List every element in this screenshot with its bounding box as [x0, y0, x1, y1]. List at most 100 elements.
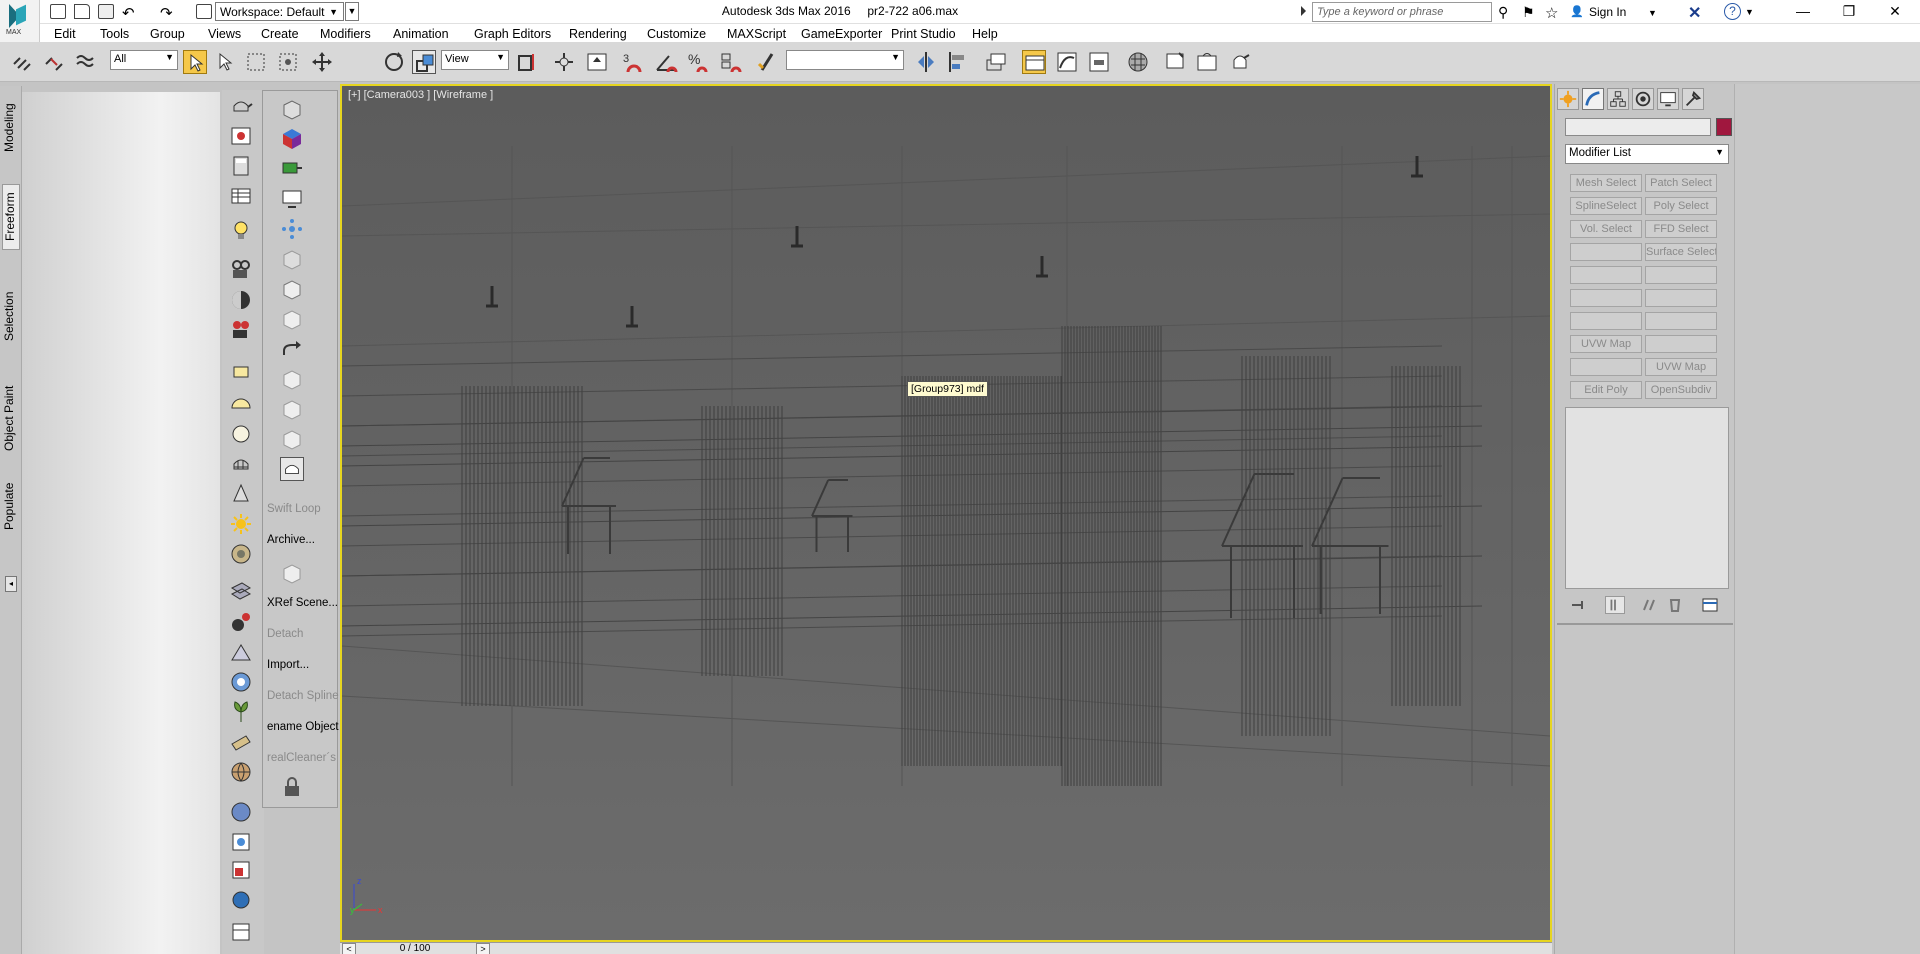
- time-next-button[interactable]: >: [476, 943, 490, 954]
- menu-animation[interactable]: Animation: [393, 27, 449, 41]
- menu-edit[interactable]: Edit: [54, 27, 76, 41]
- ffd-select-button[interactable]: FFD Select: [1645, 220, 1717, 238]
- box-wire-icon[interactable]: [280, 97, 304, 121]
- render-production-icon[interactable]: [1228, 50, 1252, 74]
- teapot-render-icon[interactable]: [280, 457, 304, 481]
- bind-to-space-warp-icon[interactable]: [74, 50, 98, 74]
- uvw-map-button[interactable]: UVW Map: [1570, 335, 1642, 353]
- binoculars-icon[interactable]: ⚲: [1498, 4, 1514, 20]
- search-input[interactable]: Type a keyword or phrase: [1312, 2, 1492, 22]
- object-name-field[interactable]: [1565, 118, 1711, 136]
- sphere-shading-icon[interactable]: [229, 288, 253, 312]
- configure-modifier-sets-icon[interactable]: [1700, 596, 1720, 614]
- network-icon[interactable]: [280, 217, 304, 241]
- search-expand-icon[interactable]: [1301, 6, 1306, 16]
- space-warp-icon[interactable]: [229, 640, 253, 664]
- render-globe-icon[interactable]: [229, 888, 253, 912]
- redo-arrow-icon[interactable]: [280, 337, 304, 361]
- video-camera-icon[interactable]: [229, 318, 253, 342]
- patch-select-button[interactable]: Patch Select: [1645, 174, 1717, 192]
- make-unique-icon[interactable]: [1640, 596, 1660, 614]
- menu-tools[interactable]: Tools: [100, 27, 129, 41]
- modifier-list-dropdown[interactable]: Modifier List ▼: [1565, 144, 1729, 164]
- modifier-slot-button[interactable]: [1570, 243, 1642, 261]
- lock-icon[interactable]: [280, 775, 304, 799]
- select-and-link-icon[interactable]: [10, 50, 34, 74]
- viewport-camera[interactable]: [+] [Camera003 ] [Wireframe ] [Group973]…: [340, 84, 1552, 942]
- swift-loop-button[interactable]: Swift Loop: [267, 503, 339, 515]
- select-by-name-icon[interactable]: [212, 50, 236, 74]
- new-file-icon[interactable]: [50, 4, 66, 19]
- ribbon-expand-icon[interactable]: ◂: [5, 576, 17, 592]
- modifier-slot-button[interactable]: [1645, 289, 1717, 307]
- camera-icon[interactable]: [229, 258, 253, 282]
- edit-named-selection-icon[interactable]: [756, 50, 780, 74]
- select-and-move-icon[interactable]: [310, 50, 334, 74]
- time-prev-button[interactable]: <: [342, 943, 356, 954]
- tab-motion[interactable]: [1632, 88, 1654, 110]
- modifier-slot-button[interactable]: [1645, 312, 1717, 330]
- box-sub-icon[interactable]: [280, 367, 304, 391]
- show-end-result-icon[interactable]: [1605, 596, 1625, 614]
- sign-in-chevron-icon[interactable]: ▼: [1648, 8, 1657, 18]
- wire-teapot-icon[interactable]: [229, 452, 253, 476]
- material-editor-icon[interactable]: [1126, 50, 1150, 74]
- monitor-icon[interactable]: [280, 187, 304, 211]
- menu-help[interactable]: Help: [972, 27, 998, 41]
- curve-editor-icon[interactable]: [1055, 50, 1079, 74]
- menu-views[interactable]: Views: [208, 27, 241, 41]
- detach-button[interactable]: Detach: [267, 628, 339, 640]
- archive-button[interactable]: Archive...: [267, 534, 339, 546]
- tab-create[interactable]: [1557, 88, 1579, 110]
- globe-icon[interactable]: [229, 760, 253, 784]
- align-icon[interactable]: [946, 50, 970, 74]
- box-copy-icon[interactable]: [280, 427, 304, 451]
- table-view-icon[interactable]: [229, 184, 253, 208]
- restore-button[interactable]: ❐: [1826, 0, 1872, 24]
- modifier-stack-list[interactable]: [1565, 407, 1729, 589]
- render-setup-icon[interactable]: [1163, 50, 1187, 74]
- scene-explorer-icon[interactable]: [1022, 50, 1046, 74]
- workspace-dropdown[interactable]: Workspace: Default ▼: [215, 2, 344, 21]
- percent-snap-icon[interactable]: %: [686, 50, 710, 74]
- cone-icon[interactable]: [229, 482, 253, 506]
- minimize-button[interactable]: —: [1780, 0, 1826, 24]
- sun-icon[interactable]: [229, 512, 253, 536]
- favorites-star-icon[interactable]: ☆: [1545, 4, 1561, 22]
- menu-modifiers[interactable]: Modifiers: [320, 27, 371, 41]
- box-tools-icon[interactable]: [280, 277, 304, 301]
- opensubdiv-button[interactable]: OpenSubdiv: [1645, 381, 1717, 399]
- selection-filter-dropdown[interactable]: All ▼: [110, 50, 178, 70]
- select-object-icon[interactable]: [183, 50, 207, 74]
- menu-customize[interactable]: Customize: [647, 27, 706, 41]
- particle-icon[interactable]: [229, 610, 253, 634]
- render-frame-icon[interactable]: [229, 124, 253, 148]
- manipulate-icon[interactable]: [552, 50, 576, 74]
- modifier-slot-button[interactable]: [1645, 266, 1717, 284]
- plane-icon[interactable]: [229, 360, 253, 384]
- open-file-icon[interactable]: [74, 4, 90, 19]
- snaps-toggle-icon[interactable]: 3: [622, 50, 646, 74]
- undo-icon[interactable]: ↶: [122, 4, 138, 22]
- tab-freeform[interactable]: Freeform: [2, 184, 20, 250]
- rendered-frame-window-icon[interactable]: [1195, 50, 1219, 74]
- grid-icon[interactable]: [229, 580, 253, 604]
- help-chevron-icon[interactable]: ▼: [1745, 7, 1754, 17]
- light-icon[interactable]: [229, 218, 253, 242]
- menu-graph-editors[interactable]: Graph Editors: [474, 27, 551, 41]
- select-and-rotate-icon[interactable]: [382, 50, 406, 74]
- save-icon[interactable]: [98, 4, 114, 19]
- communication-center-icon[interactable]: ⚑: [1522, 4, 1538, 20]
- workspace-menu-button[interactable]: ▼: [345, 2, 359, 21]
- window-crossing-icon[interactable]: [276, 50, 300, 74]
- menu-rendering[interactable]: Rendering: [569, 27, 627, 41]
- modifier-slot-button[interactable]: [1645, 335, 1717, 353]
- tab-selection[interactable]: Selection: [2, 286, 20, 346]
- menu-gameexporter[interactable]: GameExporter: [801, 27, 882, 41]
- menu-create[interactable]: Create: [261, 27, 299, 41]
- keyboard-shortcut-override-icon[interactable]: [585, 50, 609, 74]
- poly-select-button[interactable]: Poly Select: [1645, 197, 1717, 215]
- reference-coordinate-dropdown[interactable]: View ▼: [441, 50, 509, 70]
- teapot-icon[interactable]: [229, 94, 253, 118]
- tab-object-paint[interactable]: Object Paint: [2, 378, 20, 458]
